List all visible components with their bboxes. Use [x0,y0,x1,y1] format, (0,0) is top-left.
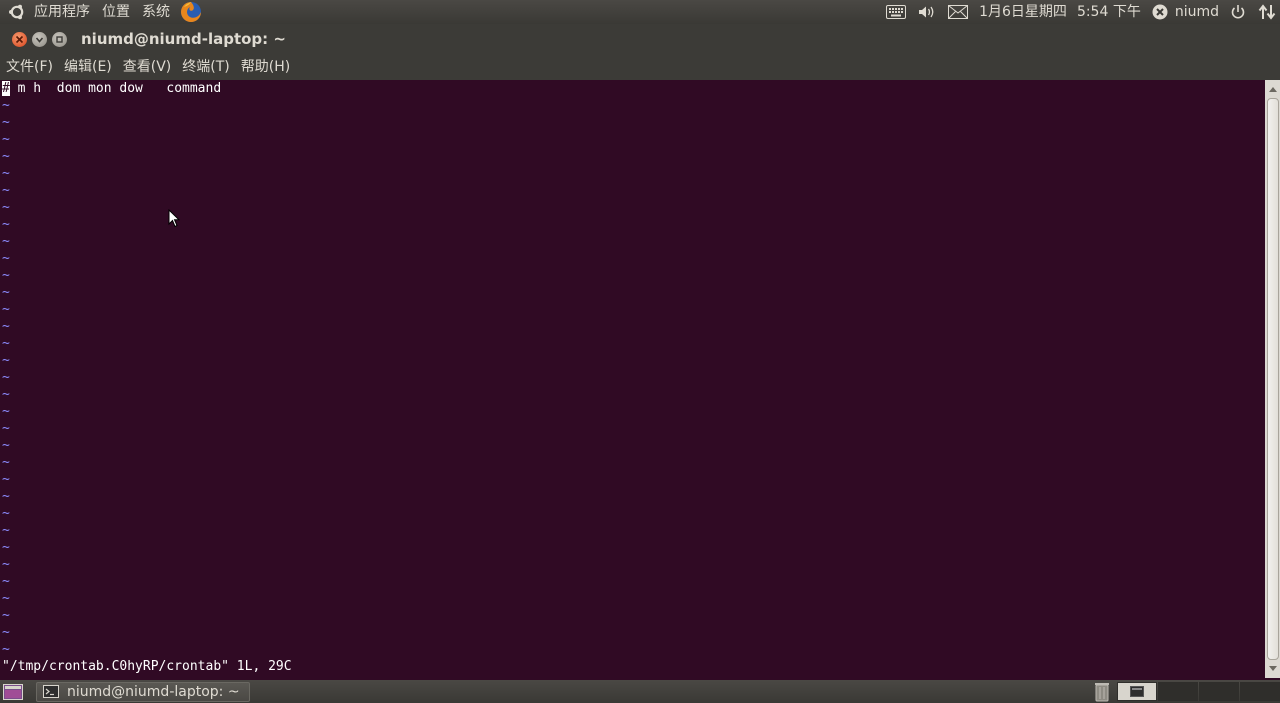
empty-line-tilde: ~ [2,472,10,487]
menu-help[interactable]: 帮助(H) [235,54,295,80]
empty-line-tilde: ~ [2,319,10,334]
panel-time[interactable]: 5:54 下午 [1072,0,1146,24]
applications-menu[interactable]: 应用程序 [28,0,96,24]
scroll-up-icon[interactable] [1265,82,1280,96]
workspace-2[interactable] [1158,682,1198,701]
power-icon[interactable] [1224,0,1252,24]
window-title: niumd@niumd-laptop: ~ [81,30,286,48]
empty-line-tilde: ~ [2,336,10,351]
firefox-icon[interactable] [180,1,202,23]
empty-line-tilde: ~ [2,489,10,504]
system-menu[interactable]: 系统 [136,0,176,24]
empty-line-tilde: ~ [2,234,10,249]
crontab-header-line: # m h dom mon dow command [2,80,221,97]
empty-line-tilde: ~ [2,115,10,130]
empty-line-tilde: ~ [2,455,10,470]
show-desktop-icon[interactable] [2,683,24,701]
empty-line-tilde: ~ [2,183,10,198]
places-menu[interactable]: 位置 [96,0,136,24]
taskbar-terminal-button[interactable]: niumd@niumd-laptop: ~ [36,681,250,702]
workspace-3[interactable] [1199,682,1239,701]
mouse-pointer-icon [168,209,180,228]
close-window-button[interactable] [12,31,27,47]
menu-view[interactable]: 查看(V) [117,54,177,80]
empty-line-tilde: ~ [2,387,10,402]
empty-line-tilde: ~ [2,421,10,436]
empty-line-tilde: ~ [2,285,10,300]
menu-file[interactable]: 文件(F) [0,54,58,80]
terminal-icon [43,685,59,698]
taskbar-terminal-label: niumd@niumd-laptop: ~ [67,683,240,700]
trash-icon[interactable] [1092,681,1112,703]
workspace-1[interactable] [1117,682,1157,701]
empty-line-tilde: ~ [2,438,10,453]
terminal-area[interactable]: # m h dom mon dow command ~ ~ ~ ~ ~ ~ ~ ~ ~ ~ ~ ~ ~ ~… [0,80,1265,678]
empty-line-tilde: ~ [2,642,10,657]
close-icon [15,35,24,43]
scroll-down-icon[interactable] [1265,662,1280,676]
mail-icon[interactable] [942,0,974,24]
ubuntu-logo-icon[interactable] [8,3,26,21]
window-titlebar[interactable]: niumd@niumd-laptop: ~ [0,24,1280,54]
terminal-menubar: 文件(F) 编辑(E) 查看(V) 终端(T) 帮助(H) [0,54,1280,80]
panel-date[interactable]: 1月6日星期四 [974,0,1072,24]
menu-edit[interactable]: 编辑(E) [58,54,117,80]
user-status-icon[interactable] [1146,0,1170,24]
crontab-header-text: m h dom mon dow command [9,81,222,96]
empty-line-tilde: ~ [2,251,10,266]
panel-username[interactable]: niumd [1170,0,1224,24]
empty-line-tilde: ~ [2,166,10,181]
vim-status-line: "/tmp/crontab.C0hyRP/crontab" 1L, 29C [2,659,292,674]
empty-line-tilde: ~ [2,608,10,623]
chevron-down-icon [35,36,44,43]
empty-line-tilde: ~ [2,523,10,538]
terminal-scrollbar[interactable] [1265,80,1280,678]
empty-line-tilde: ~ [2,625,10,640]
maximize-icon [56,35,63,43]
empty-line-tilde: ~ [2,132,10,147]
keyboard-icon[interactable] [880,0,912,24]
workspace-4[interactable] [1240,682,1280,701]
top-panel: 应用程序 位置 系统 1月6日星期四 5:54 下午 niumd [0,0,1280,24]
empty-line-tilde: ~ [2,149,10,164]
empty-line-tilde: ~ [2,506,10,521]
empty-line-tilde: ~ [2,574,10,589]
empty-line-tilde: ~ [2,557,10,572]
network-icon[interactable] [1252,0,1280,24]
empty-line-tilde: ~ [2,370,10,385]
text-cursor: # [2,81,10,96]
minimize-window-button[interactable] [32,31,47,47]
empty-line-tilde: ~ [2,540,10,555]
bottom-panel: niumd@niumd-laptop: ~ [0,680,1280,703]
empty-line-tilde: ~ [2,268,10,283]
empty-line-tilde: ~ [2,353,10,368]
scrollbar-thumb[interactable] [1267,98,1279,660]
empty-line-tilde: ~ [2,217,10,232]
empty-line-tilde: ~ [2,302,10,317]
maximize-window-button[interactable] [52,31,67,47]
empty-line-tilde: ~ [2,200,10,215]
empty-line-tilde: ~ [2,98,10,113]
terminal-icon [1130,686,1144,697]
empty-line-tilde: ~ [2,404,10,419]
volume-icon[interactable] [912,0,942,24]
empty-line-tilde: ~ [2,591,10,606]
menu-terminal[interactable]: 终端(T) [176,54,234,80]
